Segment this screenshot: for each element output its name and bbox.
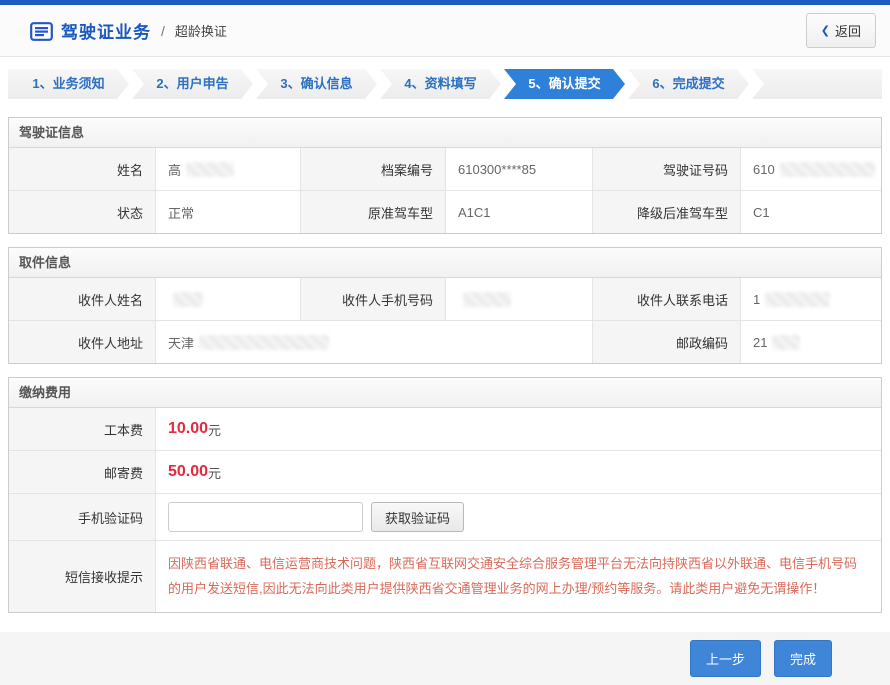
redacted-value: [173, 292, 203, 307]
sms-notice-cell: 因陕西省联通、电信运营商技术问题，陕西省互联网交通安全综合服务管理平台无法向持陕…: [156, 541, 881, 612]
redacted-value: [780, 162, 875, 177]
name-value: 高: [156, 148, 301, 190]
finish-button[interactable]: 完成: [774, 640, 832, 677]
pickup-section-title: 取件信息: [9, 248, 881, 278]
step-wizard-filler: [752, 69, 882, 99]
recipient-mobile-label: 收件人手机号码: [301, 278, 446, 320]
postal-code-label: 邮政编码: [593, 321, 741, 363]
redacted-value: [463, 292, 511, 307]
recipient-name-label: 收件人姓名: [9, 278, 156, 320]
license-section-title: 驾驶证信息: [9, 118, 881, 148]
step-6-complete-submit: 6、完成提交: [628, 69, 749, 99]
fees-section-title: 缴纳费用: [9, 378, 881, 408]
fees-section: 缴纳费用 工本费 10.00元 邮寄费 50.00元 手机验证码 获取验证码 短…: [8, 377, 882, 613]
name-label: 姓名: [9, 148, 156, 190]
redacted-value: [772, 335, 800, 350]
table-row: 状态 正常 原准驾车型 A1C1 降级后准驾车型 C1: [9, 191, 881, 233]
file-number-value: 610300****85: [446, 148, 593, 190]
file-number-label: 档案编号: [301, 148, 446, 190]
page-subtitle: 超龄换证: [175, 21, 227, 40]
id-card-list-icon: [30, 22, 53, 41]
status-label: 状态: [9, 191, 156, 233]
original-class-label: 原准驾车型: [301, 191, 446, 233]
recipient-mobile-value: [446, 278, 593, 320]
redacted-value: [186, 162, 234, 177]
table-row: 收件人姓名 收件人手机号码 收件人联系电话 1: [9, 278, 881, 321]
redacted-value: [765, 292, 830, 307]
step-4-fill-data: 4、资料填写: [380, 69, 501, 99]
recipient-address-value: 天津: [156, 321, 593, 363]
table-row: 工本费 10.00元: [9, 408, 881, 451]
sms-code-input[interactable]: [168, 502, 363, 532]
recipient-phone-value: 1: [741, 278, 881, 320]
postage-fee-label: 邮寄费: [9, 451, 156, 493]
license-info-section: 驾驶证信息 姓名 高 档案编号 610300****85 驾驶证号码 610 状…: [8, 117, 882, 234]
step-1-business-notice: 1、业务须知: [8, 69, 129, 99]
back-button[interactable]: ❮ 返回: [806, 13, 876, 48]
redacted-value: [199, 335, 329, 350]
sms-notice-label: 短信接收提示: [9, 541, 156, 612]
downgraded-class-value: C1: [741, 191, 881, 233]
back-button-label: 返回: [835, 21, 861, 40]
step-5-confirm-submit: 5、确认提交: [504, 69, 625, 99]
sms-code-label: 手机验证码: [9, 494, 156, 540]
license-number-value: 610: [741, 148, 881, 190]
postage-fee-value: 50.00元: [156, 451, 881, 493]
production-fee-label: 工本费: [9, 408, 156, 450]
production-fee-value: 10.00元: [156, 408, 881, 450]
page-header: 驾驶证业务 / 超龄换证 ❮ 返回: [0, 5, 890, 57]
recipient-name-value: [156, 278, 301, 320]
table-row: 姓名 高 档案编号 610300****85 驾驶证号码 610: [9, 148, 881, 191]
postal-code-value: 21: [741, 321, 881, 363]
table-row: 邮寄费 50.00元: [9, 451, 881, 494]
title-separator: /: [161, 23, 165, 39]
step-2-user-declaration: 2、用户申告: [132, 69, 253, 99]
chevron-left-icon: ❮: [821, 24, 830, 37]
recipient-address-label: 收件人地址: [9, 321, 156, 363]
title-group: 驾驶证业务 / 超龄换证: [30, 18, 227, 43]
table-row: 短信接收提示 因陕西省联通、电信运营商技术问题，陕西省互联网交通安全综合服务管理…: [9, 541, 881, 612]
status-value: 正常: [156, 191, 301, 233]
page-title: 驾驶证业务: [61, 18, 151, 43]
footer-action-bar: 上一步 完成: [0, 632, 890, 685]
pickup-info-section: 取件信息 收件人姓名 收件人手机号码 收件人联系电话 1 收件人地址 天津 邮政…: [8, 247, 882, 364]
original-class-value: A1C1: [446, 191, 593, 233]
sms-code-cell: 获取验证码: [156, 494, 881, 540]
prev-step-button[interactable]: 上一步: [690, 640, 761, 677]
get-sms-code-button[interactable]: 获取验证码: [371, 502, 464, 532]
license-number-label: 驾驶证号码: [593, 148, 741, 190]
table-row: 收件人地址 天津 邮政编码 21: [9, 321, 881, 363]
sms-notice-text: 因陕西省联通、电信运营商技术问题，陕西省互联网交通安全综合服务管理平台无法向持陕…: [168, 551, 859, 602]
downgraded-class-label: 降级后准驾车型: [593, 191, 741, 233]
step-wizard: 1、业务须知 2、用户申告 3、确认信息 4、资料填写 5、确认提交 6、完成提…: [8, 69, 882, 99]
step-3-confirm-info: 3、确认信息: [256, 69, 377, 99]
table-row: 手机验证码 获取验证码: [9, 494, 881, 541]
recipient-phone-label: 收件人联系电话: [593, 278, 741, 320]
